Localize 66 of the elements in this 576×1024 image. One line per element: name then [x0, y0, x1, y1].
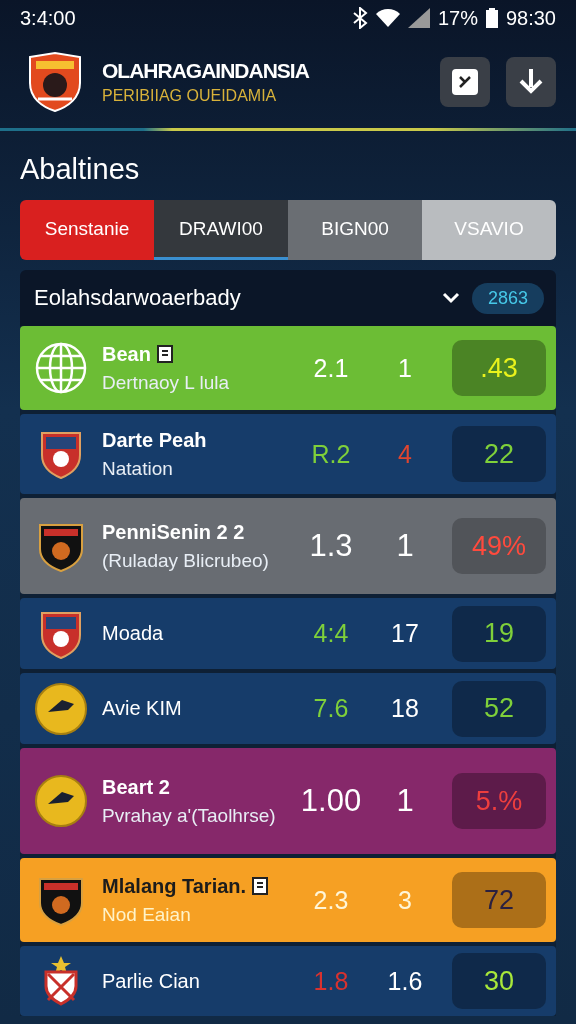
score-value: 22	[483, 438, 514, 470]
battery-icon	[485, 8, 498, 28]
signal-icon	[407, 8, 430, 28]
team-subtitle: Nod Eaian	[102, 903, 192, 926]
stat-value: 18	[390, 694, 420, 723]
tab[interactable]: DRAWI00	[154, 200, 288, 260]
crest-icon	[34, 774, 88, 828]
team-row[interactable]: PenniSenin 2 2 (Ruladay Blicrubeo) 1.3 1 49%	[20, 498, 556, 594]
stat-value: R.2	[310, 439, 352, 469]
stat-value: 1.00	[299, 783, 363, 819]
stat-value: 4	[397, 439, 413, 469]
team-row[interactable]: Darte Peah Natation R.2 4 22	[20, 414, 556, 494]
stat-value: 1.8	[312, 966, 350, 996]
stat-value: 1.6	[386, 966, 424, 996]
stat-value: 1.3	[308, 528, 354, 564]
score-value: 49%	[471, 530, 526, 562]
team-name: Mlalang Tarian.	[102, 874, 247, 898]
team-subtitle: (Ruladay Blicrubeo)	[102, 549, 270, 572]
score-value: 5.%	[475, 785, 523, 817]
team-name: Beart 2	[102, 775, 170, 799]
score-value: 52	[483, 693, 514, 724]
team-row[interactable]: Avie KIM 7.6 18 52	[20, 673, 556, 744]
team-subtitle: Dertnaoy L lula	[102, 371, 231, 394]
crest-icon	[34, 341, 88, 395]
team-row[interactable]: Moada 4:4 17 19	[20, 598, 556, 669]
status-clock: 98:30	[505, 6, 556, 30]
count-badge: 2863	[471, 282, 544, 314]
stat-value: 7.6	[312, 694, 350, 723]
team-name: Avie KIM	[102, 697, 182, 720]
team-row[interactable]: Parlie Cian 1.8 1.6 30	[20, 946, 556, 1016]
app-subtitle: PERIBIIAG OUEIDAMIA	[102, 87, 278, 105]
stat-value: 3	[397, 885, 413, 915]
team-name: Bean	[102, 342, 151, 366]
team-name: PenniSenin 2 2	[102, 520, 245, 544]
team-row[interactable]: Beart 2 Pvrahay a'(Taolhrse) 1.00 1 5.%	[20, 748, 556, 854]
stat-value: 1	[397, 353, 413, 383]
battery-percent: 17%	[437, 6, 478, 30]
stat-value: 1	[395, 528, 415, 564]
score-value: 30	[483, 965, 514, 997]
share-icon	[452, 69, 478, 95]
stat-value: 2.3	[312, 885, 350, 915]
app-title: OLAHRAGAINDANSIA	[102, 59, 311, 83]
team-row[interactable]: Bean Dertnaoy L lula 2.1 1 .43	[20, 326, 556, 410]
list-title: Eolahsdarwoaerbady	[34, 285, 242, 311]
score-value: 72	[483, 884, 514, 916]
team-subtitle: Natation	[102, 457, 174, 480]
stat-value: 4:4	[312, 619, 350, 648]
team-subtitle: Pvrahay a'(Taolhrse)	[102, 804, 277, 827]
team-name: Darte Peah	[102, 428, 207, 452]
score-value: 19	[483, 618, 514, 649]
stat-value: 17	[390, 619, 420, 648]
tab[interactable]: Senstanie	[20, 200, 154, 260]
chevron-icon[interactable]	[441, 292, 460, 304]
team-name: Parlie Cian	[102, 969, 200, 993]
tab[interactable]: BIGN00	[288, 200, 422, 260]
team-name: Moada	[102, 622, 164, 645]
stat-value: 1	[395, 783, 415, 819]
crest-icon	[34, 681, 88, 736]
share-button[interactable]	[440, 57, 490, 107]
section-title: Abaltines	[20, 153, 141, 186]
bluetooth-icon	[351, 7, 368, 29]
score-value: .43	[480, 352, 518, 384]
status-time: 3:4:00	[20, 6, 76, 30]
stat-value: 2.1	[312, 353, 350, 383]
wifi-icon	[375, 8, 400, 28]
team-row[interactable]: Mlalang Tarian. Nod Eaian 2.3 3 72	[20, 858, 556, 942]
